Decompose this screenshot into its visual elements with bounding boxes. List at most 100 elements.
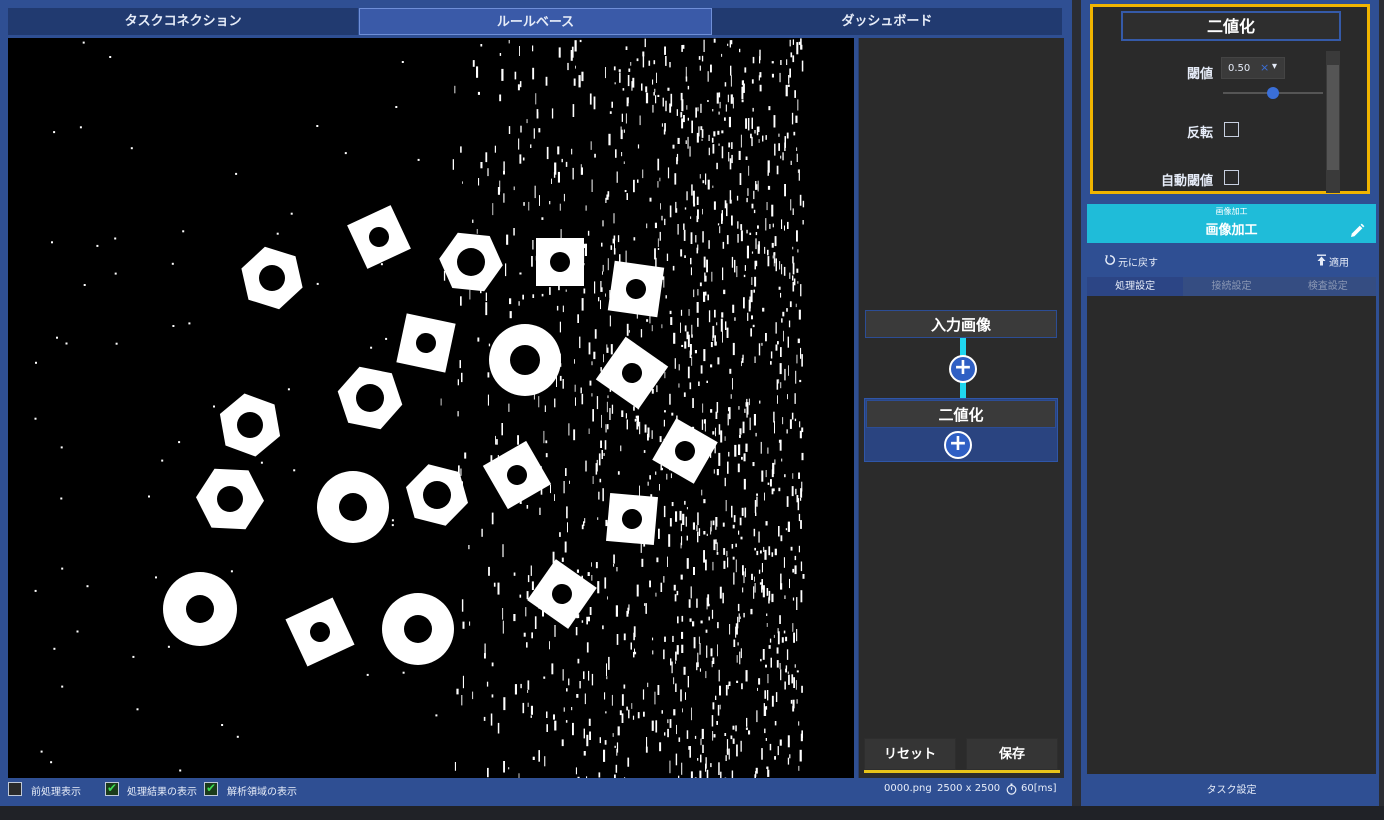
- noise-speck: [759, 84, 762, 92]
- apply-button[interactable]: 適用: [1316, 254, 1349, 269]
- noise-speck: [710, 648, 713, 657]
- noise-speck: [699, 174, 701, 179]
- noise-speck: [792, 256, 794, 264]
- input-image-node[interactable]: 入力画像: [865, 310, 1057, 338]
- noise-speck: [798, 721, 800, 726]
- reset-button[interactable]: リセット: [864, 738, 956, 770]
- noise-speck: [707, 71, 709, 82]
- noise-speck: [778, 286, 781, 290]
- noise-speck: [572, 104, 575, 117]
- noise-speck: [786, 308, 788, 312]
- tab-connection-settings[interactable]: 接続設定: [1183, 277, 1280, 296]
- noise-speck: [616, 567, 618, 572]
- noise-speck: [744, 265, 746, 271]
- noise-speck: [662, 97, 664, 107]
- noise-speck: [656, 557, 659, 563]
- noise-speck: [729, 40, 731, 48]
- noise-speck: [740, 230, 743, 242]
- auto-threshold-checkbox[interactable]: [1224, 170, 1239, 185]
- tab-process-settings[interactable]: 処理設定: [1087, 277, 1184, 296]
- noise-speck: [575, 627, 578, 636]
- noise-speck: [534, 185, 536, 199]
- noise-speck: [800, 497, 802, 501]
- noise-speck: [711, 137, 714, 143]
- noise-speck: [742, 587, 744, 593]
- threshold-slider[interactable]: [1223, 87, 1323, 99]
- preprocess-checkbox[interactable]: [8, 782, 22, 796]
- noise-speck: [499, 53, 502, 56]
- noise-speck: [697, 317, 699, 327]
- noise-speck: [748, 730, 751, 735]
- noise-speck: [576, 569, 579, 573]
- noise-speck: [645, 86, 648, 93]
- noise-speck: [653, 60, 656, 65]
- noise-speck: [737, 234, 739, 243]
- tab-inspection-settings[interactable]: 検査設定: [1279, 277, 1376, 296]
- result-display-checkbox[interactable]: [105, 781, 119, 796]
- noise-speck: [550, 484, 551, 494]
- clear-icon[interactable]: ×: [1260, 61, 1269, 74]
- noise-speck: [696, 196, 699, 205]
- threshold-slider-knob[interactable]: [1267, 87, 1279, 99]
- noise-speck: [718, 424, 721, 435]
- image-viewer[interactable]: [8, 38, 854, 778]
- undo-icon: [1104, 254, 1116, 269]
- noise-speck: [739, 616, 741, 619]
- tab-dashboard[interactable]: ダッシュボード: [711, 8, 1063, 35]
- noise-speck: [531, 632, 533, 639]
- noise-speck: [527, 702, 529, 707]
- noise-speck: [800, 561, 803, 572]
- noise-speck: [476, 229, 478, 234]
- noise-speck: [591, 673, 594, 686]
- noise-speck: [713, 469, 715, 474]
- noise-speck: [745, 727, 748, 730]
- noise-speck: [701, 419, 704, 430]
- noise-speck: [566, 688, 568, 692]
- noise-speck: [731, 215, 733, 226]
- noise-speck: [557, 146, 560, 155]
- noise-speck: [761, 342, 763, 346]
- noise-speck: [711, 271, 713, 282]
- scrollbar-thumb[interactable]: [1327, 65, 1339, 170]
- noise-speck: [530, 715, 532, 718]
- add-step-button[interactable]: +: [949, 355, 977, 383]
- noise-speck: [784, 225, 785, 231]
- noise-speck: [795, 488, 797, 495]
- noise-speck: [765, 738, 767, 741]
- noise-speck: [692, 522, 695, 530]
- threshold-select[interactable]: 0.50 × ▾: [1221, 57, 1285, 79]
- top-tabs: タスクコネクション ルールベース ダッシュボード: [8, 8, 1063, 35]
- noise-speck: [746, 245, 749, 259]
- noise-speck: [798, 309, 801, 320]
- pencil-icon[interactable]: [1348, 222, 1366, 240]
- noise-speck: [647, 433, 649, 441]
- settings-scrollbar[interactable]: [1326, 51, 1340, 193]
- noise-speck: [783, 630, 786, 634]
- tab-task-connection[interactable]: タスクコネクション: [8, 8, 360, 35]
- roi-display-checkbox[interactable]: [204, 781, 218, 796]
- noise-speck: [703, 531, 706, 535]
- noise-speck: [623, 129, 625, 133]
- upload-icon: [1316, 254, 1327, 269]
- noise-speck: [718, 762, 720, 775]
- noise-speck: [713, 201, 716, 210]
- add-step-after-button[interactable]: +: [944, 431, 972, 459]
- noise-speck: [699, 282, 702, 287]
- noise-speck: [801, 60, 804, 72]
- tab-rule-base[interactable]: ルールベース: [359, 8, 712, 35]
- noise-speck: [802, 220, 804, 225]
- noise-speck: [732, 378, 733, 390]
- noise-speck: [798, 472, 800, 479]
- noise-speck: [551, 108, 554, 119]
- invert-checkbox[interactable]: [1224, 122, 1239, 137]
- undo-button[interactable]: 元に戻す: [1104, 254, 1158, 269]
- noise-speck: [534, 616, 537, 629]
- save-button[interactable]: 保存: [966, 738, 1058, 770]
- noise-speck: [508, 126, 511, 134]
- noise-speck: [774, 721, 777, 726]
- threshold-label: 閾値: [1186, 67, 1213, 82]
- image-processing-panel: 画像加工 画像加工 元に戻す 適用 処理設定 接続設定 検査設定: [1087, 204, 1376, 774]
- binarize-node[interactable]: 二値化 +: [864, 398, 1058, 462]
- noise-speck: [691, 120, 693, 134]
- task-settings-button[interactable]: タスク設定: [1087, 780, 1376, 802]
